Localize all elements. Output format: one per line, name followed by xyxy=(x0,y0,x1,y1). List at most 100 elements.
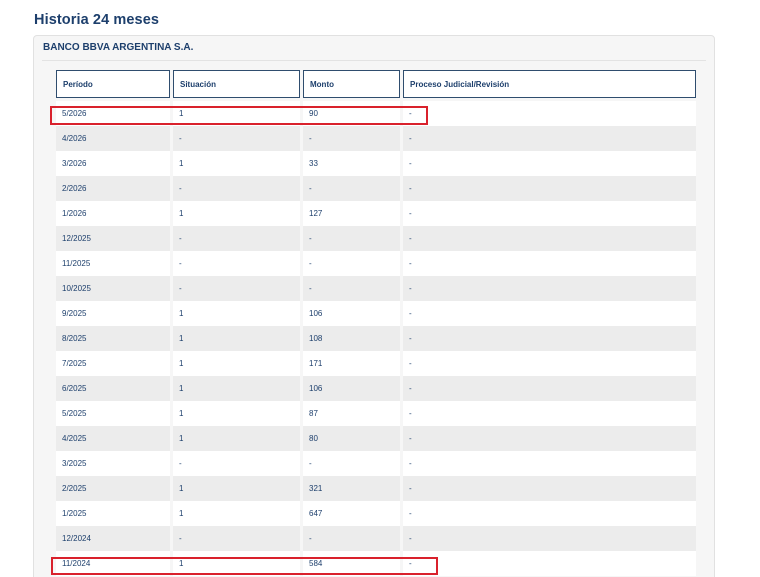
cell-situacion: - xyxy=(173,126,300,151)
card-divider xyxy=(42,60,706,61)
table-row: 10/2025- - - xyxy=(56,276,696,301)
cell-proceso: - xyxy=(403,501,696,526)
cell-periodo: 11/2025 xyxy=(56,251,170,276)
cell-periodo: 5/2025 xyxy=(56,401,170,426)
table-row: 5/2026 1 90- xyxy=(56,101,696,126)
cell-situacion: 1 xyxy=(173,101,300,126)
cell-proceso: - xyxy=(403,251,696,276)
cell-situacion: 1 xyxy=(173,151,300,176)
table-row: 4/2026- - - xyxy=(56,126,696,151)
table-row: 2/2025 1 321- xyxy=(56,476,696,501)
cell-proceso: - xyxy=(403,526,696,551)
cell-monto: - xyxy=(303,176,400,201)
cell-proceso: - xyxy=(403,101,696,126)
cell-proceso: - xyxy=(403,551,696,576)
cell-situacion: - xyxy=(173,251,300,276)
cell-periodo: 1/2025 xyxy=(56,501,170,526)
entity-card: BANCO BBVA ARGENTINA S.A. Período Situac… xyxy=(33,35,715,577)
cell-situacion: 1 xyxy=(173,401,300,426)
cell-situacion: 1 xyxy=(173,326,300,351)
cell-situacion: 1 xyxy=(173,301,300,326)
cell-situacion: 1 xyxy=(173,501,300,526)
cell-situacion: - xyxy=(173,451,300,476)
cell-periodo: 3/2026 xyxy=(56,151,170,176)
cell-periodo: 8/2025 xyxy=(56,326,170,351)
cell-monto: - xyxy=(303,251,400,276)
cell-situacion: 1 xyxy=(173,201,300,226)
table-row: 9/2025 1 106- xyxy=(56,301,696,326)
column-header-situacion: Situación xyxy=(173,70,300,98)
table-row: 3/2026 1 33- xyxy=(56,151,696,176)
cell-situacion: 1 xyxy=(173,551,300,576)
cell-situacion: - xyxy=(173,226,300,251)
cell-proceso: - xyxy=(403,126,696,151)
cell-monto: 106 xyxy=(303,376,400,401)
cell-monto: - xyxy=(303,276,400,301)
cell-periodo: 5/2026 xyxy=(56,101,170,126)
cell-proceso: - xyxy=(403,451,696,476)
table-header-row: Período Situación Monto Proceso Judicial… xyxy=(56,70,696,98)
table-row: 3/2025- - - xyxy=(56,451,696,476)
cell-proceso: - xyxy=(403,401,696,426)
cell-periodo: 6/2025 xyxy=(56,376,170,401)
cell-periodo: 3/2025 xyxy=(56,451,170,476)
table-row: 11/2024 1 584- xyxy=(56,551,696,576)
cell-monto: 127 xyxy=(303,201,400,226)
cell-proceso: - xyxy=(403,426,696,451)
cell-periodo: 4/2026 xyxy=(56,126,170,151)
table-row: 11/2025- - - xyxy=(56,251,696,276)
cell-situacion: 1 xyxy=(173,376,300,401)
cell-monto: 171 xyxy=(303,351,400,376)
cell-proceso: - xyxy=(403,201,696,226)
cell-proceso: - xyxy=(403,351,696,376)
cell-periodo: 2/2025 xyxy=(56,476,170,501)
cell-monto: 33 xyxy=(303,151,400,176)
cell-monto: 90 xyxy=(303,101,400,126)
cell-proceso: - xyxy=(403,151,696,176)
history-table: Período Situación Monto Proceso Judicial… xyxy=(53,70,699,576)
table-row: 1/2026 1 127- xyxy=(56,201,696,226)
table-row: 8/2025 1 108- xyxy=(56,326,696,351)
cell-periodo: 12/2025 xyxy=(56,226,170,251)
column-header-periodo: Período xyxy=(56,70,170,98)
cell-situacion: 1 xyxy=(173,351,300,376)
cell-situacion: 1 xyxy=(173,476,300,501)
cell-proceso: - xyxy=(403,376,696,401)
table-row: 2/2026- - - xyxy=(56,176,696,201)
page-title: Historia 24 meses xyxy=(34,12,160,28)
cell-monto: - xyxy=(303,226,400,251)
table-body: 5/2026 1 90-4/2026- - -3/2026 1 33-2/2026- - -1/… xyxy=(56,98,696,576)
page: Historia 24 meses BANCO BBVA ARGENTINA S… xyxy=(0,0,760,577)
table-row: 1/2025 1 647- xyxy=(56,501,696,526)
table-row: 4/2025 1 80- xyxy=(56,426,696,451)
cell-monto: 321 xyxy=(303,476,400,501)
column-header-monto: Monto xyxy=(303,70,400,98)
cell-periodo: 10/2025 xyxy=(56,276,170,301)
entity-name: BANCO BBVA ARGENTINA S.A. xyxy=(43,42,194,53)
cell-periodo: 9/2025 xyxy=(56,301,170,326)
cell-proceso: - xyxy=(403,276,696,301)
cell-periodo: 12/2024 xyxy=(56,526,170,551)
table-row: 12/2025- - - xyxy=(56,226,696,251)
cell-periodo: 7/2025 xyxy=(56,351,170,376)
cell-periodo: 2/2026 xyxy=(56,176,170,201)
table-row: 6/2025 1 106- xyxy=(56,376,696,401)
cell-proceso: - xyxy=(403,301,696,326)
cell-situacion: 1 xyxy=(173,426,300,451)
table-row: 5/2025 1 87- xyxy=(56,401,696,426)
cell-monto: 80 xyxy=(303,426,400,451)
cell-proceso: - xyxy=(403,326,696,351)
cell-proceso: - xyxy=(403,226,696,251)
table-row: 12/2024- - - xyxy=(56,526,696,551)
cell-situacion: - xyxy=(173,176,300,201)
cell-monto: - xyxy=(303,451,400,476)
cell-monto: 108 xyxy=(303,326,400,351)
cell-monto: 584 xyxy=(303,551,400,576)
cell-periodo: 1/2026 xyxy=(56,201,170,226)
cell-monto: 87 xyxy=(303,401,400,426)
table-row: 7/2025 1 171- xyxy=(56,351,696,376)
column-header-proceso: Proceso Judicial/Revisión xyxy=(403,70,696,98)
cell-proceso: - xyxy=(403,176,696,201)
cell-situacion: - xyxy=(173,526,300,551)
cell-monto: 106 xyxy=(303,301,400,326)
